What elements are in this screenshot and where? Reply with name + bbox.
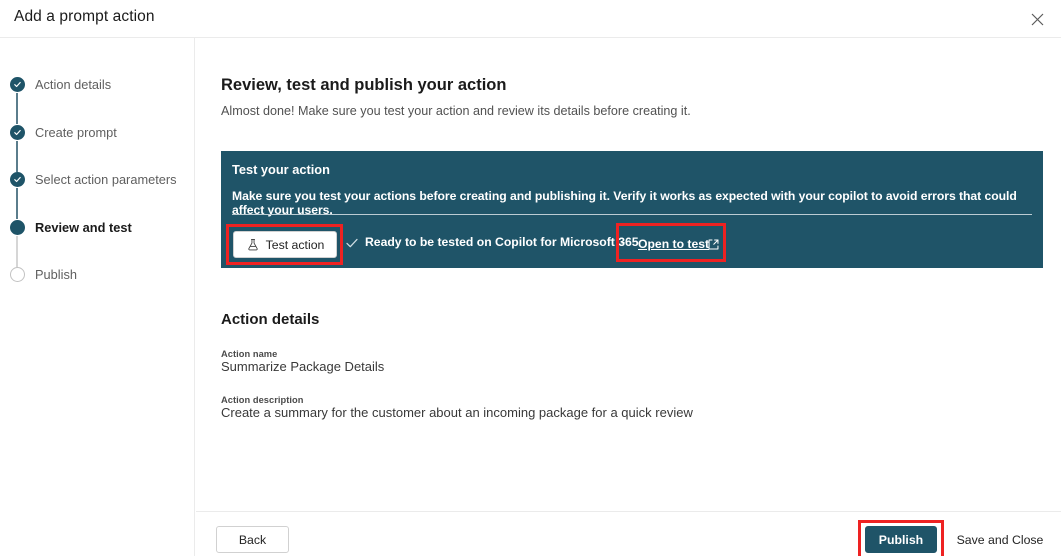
step-connector: [16, 93, 18, 124]
page-title: Review, test and publish your action: [221, 76, 506, 95]
sidebar-step-label: Select action parameters: [35, 171, 177, 188]
action-description-label: Action description: [221, 395, 304, 405]
banner-divider: [232, 214, 1032, 215]
sidebar-step-create-prompt[interactable]: Create prompt: [8, 124, 193, 172]
step-list: Action details Create prompt: [8, 76, 193, 314]
open-to-test-link[interactable]: Open to test: [638, 237, 709, 251]
step-circle-pending-icon: [10, 267, 25, 282]
banner-description: Make sure you test your actions before c…: [232, 189, 1033, 217]
save-and-close-button[interactable]: Save and Close: [950, 526, 1050, 553]
sidebar-step-label: Review and test: [35, 219, 132, 236]
test-your-action-banner: Test your action Make sure you test your…: [221, 151, 1043, 268]
dialog-header: Add a prompt action: [0, 0, 1061, 38]
banner-action-row: Test action Ready to be tested on Copilo…: [221, 223, 1043, 265]
sidebar-step-label: Action details: [35, 76, 111, 93]
step-circle-done-icon: [10, 125, 25, 140]
sidebar-step-select-action-parameters[interactable]: Select action parameters: [8, 171, 193, 219]
step-connector: [16, 141, 18, 172]
step-connector: [16, 188, 18, 219]
action-name-label: Action name: [221, 349, 277, 359]
page-subtitle: Almost done! Make sure you test your act…: [221, 104, 691, 118]
dialog-footer: Back Publish Save and Close: [196, 511, 1061, 556]
step-circle-done-icon: [10, 77, 25, 92]
open-to-test-highlight-box: Open to test: [616, 223, 726, 262]
sidebar-step-review-and-test[interactable]: Review and test: [8, 219, 193, 267]
step-circle-active-icon: [10, 220, 25, 235]
step-marker: [8, 76, 26, 92]
add-prompt-action-dialog: Add a prompt action Action details: [0, 0, 1061, 556]
flask-icon: [246, 238, 260, 252]
action-name-value: Summarize Package Details: [221, 359, 384, 374]
action-details-heading: Action details: [221, 311, 319, 328]
dialog-title: Add a prompt action: [14, 8, 155, 26]
step-circle-done-icon: [10, 172, 25, 187]
external-link-icon: [707, 238, 720, 251]
sidebar-step-label: Publish: [35, 266, 77, 283]
banner-title: Test your action: [232, 162, 330, 177]
action-description-value: Create a summary for the customer about …: [221, 405, 693, 420]
step-marker: [8, 171, 26, 187]
step-marker: [8, 219, 26, 235]
step-connector: [16, 236, 18, 267]
sidebar-step-label: Create prompt: [35, 124, 117, 141]
back-button[interactable]: Back: [216, 526, 289, 553]
sidebar-step-publish[interactable]: Publish: [8, 266, 193, 314]
check-icon: [345, 236, 359, 250]
step-marker: [8, 124, 26, 140]
main-content: Review, test and publish your action Alm…: [196, 38, 1061, 556]
wizard-sidebar: Action details Create prompt: [0, 38, 195, 556]
close-icon[interactable]: [1021, 3, 1053, 35]
publish-button[interactable]: Publish: [865, 526, 937, 553]
test-status-text: Ready to be tested on Copilot for Micros…: [365, 235, 639, 249]
test-action-button[interactable]: Test action: [233, 231, 337, 258]
sidebar-step-action-details[interactable]: Action details: [8, 76, 193, 124]
test-action-button-label: Test action: [266, 238, 325, 252]
step-marker: [8, 266, 26, 282]
